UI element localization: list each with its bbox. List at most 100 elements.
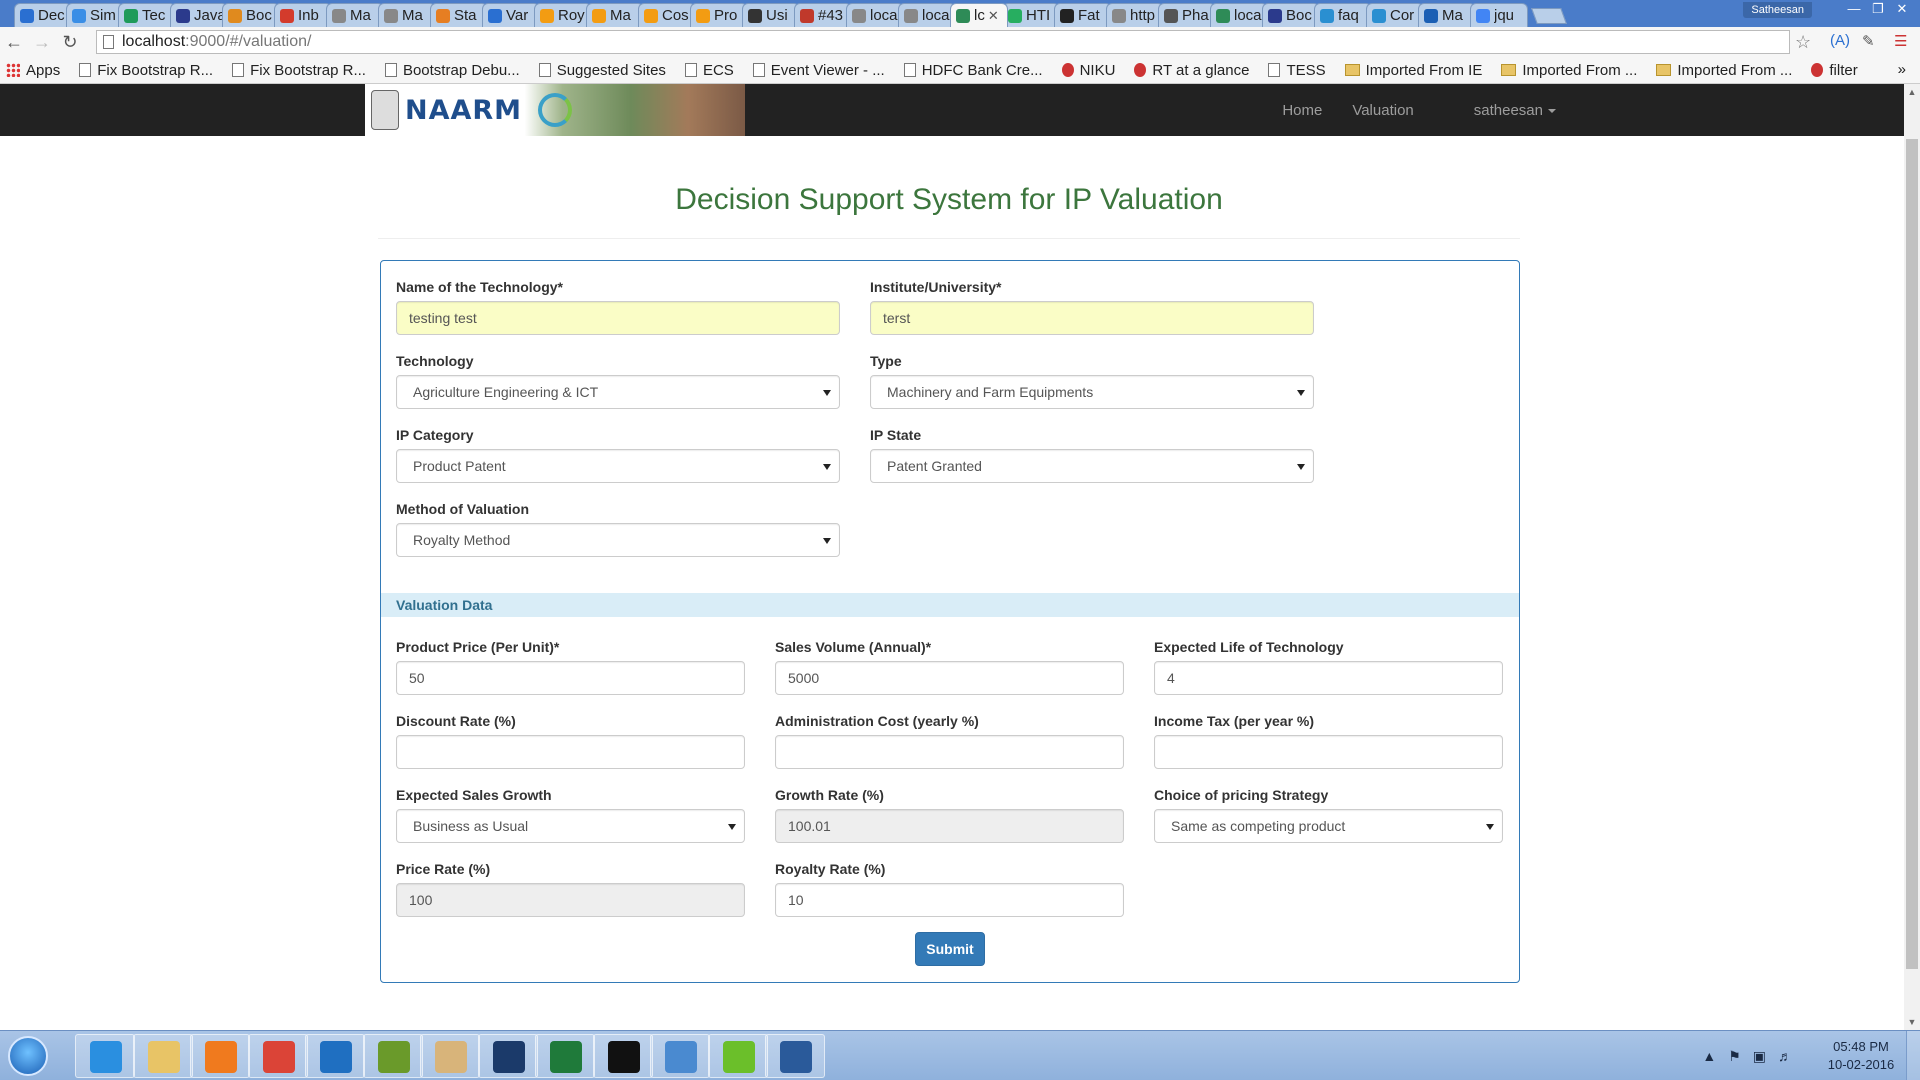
browser-tab[interactable]: Ma [378, 3, 436, 27]
taskbar-item[interactable] [75, 1034, 135, 1078]
taskbar-item[interactable] [535, 1034, 595, 1078]
browser-tab[interactable]: Fat [1054, 3, 1112, 27]
extension-icon[interactable]: ✎ [1862, 32, 1875, 50]
more-bookmarks-icon[interactable]: » [1898, 61, 1906, 78]
bookmark-star-icon[interactable]: ☆ [1795, 32, 1811, 53]
bookmark-item[interactable]: Fix Bootstrap R... [79, 62, 213, 79]
show-hidden-icons-icon[interactable]: ▲ [1702, 1048, 1716, 1065]
forward-icon[interactable]: → [28, 32, 56, 53]
taskbar-item[interactable] [362, 1034, 423, 1078]
bookmark-item[interactable]: Bootstrap Debu... [384, 62, 520, 79]
bookmark-item[interactable]: HDFC Bank Cre... [903, 62, 1043, 79]
taskbar-item[interactable] [477, 1034, 538, 1078]
clock[interactable]: 05:48 PM 10-02-2016 [1816, 1038, 1906, 1074]
bookmark-item[interactable]: Imported From ... [1501, 62, 1637, 79]
reload-icon[interactable]: ↻ [56, 32, 84, 53]
technology-select[interactable]: Agriculture Engineering & ICT [396, 375, 840, 409]
nav-home-link[interactable]: Home [1282, 102, 1322, 119]
naarm-logo[interactable]: NAARM [365, 84, 745, 136]
browser-tab[interactable]: Java [170, 3, 228, 27]
page-scrollbar[interactable]: ▲ ▼ [1904, 84, 1920, 1030]
discount-rate-input[interactable] [396, 735, 745, 769]
nav-valuation-link[interactable]: Valuation [1352, 102, 1413, 119]
browser-tab[interactable]: Roy [534, 3, 592, 27]
browser-tab[interactable]: loca [898, 3, 956, 27]
sales-growth-select[interactable]: Business as Usual [396, 809, 745, 843]
window-user-badge[interactable]: Satheesan [1743, 2, 1812, 18]
scroll-up-icon[interactable]: ▲ [1904, 84, 1920, 100]
address-bar[interactable]: localhost :9000/#/valuation/ [96, 30, 1790, 54]
browser-tab[interactable]: Sim [66, 3, 124, 27]
bookmark-item[interactable]: Imported From IE [1344, 62, 1482, 79]
taskbar-item[interactable] [592, 1034, 653, 1078]
action-center-flag-icon[interactable]: ⚑ [1728, 1048, 1741, 1065]
browser-tab[interactable]: Ma [586, 3, 644, 27]
bookmark-item[interactable]: Imported From ... [1656, 62, 1792, 79]
restore-icon[interactable]: ❐ [1866, 0, 1890, 18]
taskbar-item[interactable] [132, 1034, 193, 1078]
browser-tab[interactable]: loca [846, 3, 904, 27]
browser-tab[interactable]: HTI [1002, 3, 1060, 27]
new-tab-button[interactable] [1531, 8, 1567, 24]
taskbar-item[interactable] [305, 1034, 365, 1078]
browser-tab[interactable]: Ma [326, 3, 384, 27]
technology-name-input[interactable]: testing test [396, 301, 840, 335]
bookmark-item[interactable]: Fix Bootstrap R... [232, 62, 366, 79]
bookmark-item[interactable]: Suggested Sites [538, 62, 666, 79]
start-button[interactable] [8, 1036, 48, 1076]
browser-tab[interactable]: jqu [1470, 3, 1528, 27]
taskbar-item[interactable] [650, 1034, 710, 1078]
taskbar-item[interactable] [420, 1034, 480, 1078]
translate-extension-icon[interactable]: (A) [1830, 32, 1850, 49]
menu-icon[interactable]: ☰ [1894, 32, 1907, 50]
browser-tab[interactable]: Pha [1158, 3, 1216, 27]
user-menu[interactable]: satheesan [1444, 102, 1556, 119]
browser-tab[interactable]: Var [482, 3, 540, 27]
ip-state-select[interactable]: Patent Granted [870, 449, 1314, 483]
bookmark-item[interactable]: RT at a glance [1134, 62, 1249, 79]
browser-tab[interactable]: #43 [794, 3, 852, 27]
bookmark-item[interactable]: TESS [1268, 62, 1326, 79]
tab-close-icon[interactable]: ✕ [988, 8, 999, 24]
browser-tab[interactable]: Dec [14, 3, 72, 27]
browser-tab[interactable]: Ma [1418, 3, 1476, 27]
submit-button[interactable]: Submit [915, 932, 985, 966]
pricing-strategy-select[interactable]: Same as competing product [1154, 809, 1503, 843]
close-icon[interactable]: ✕ [1890, 0, 1914, 18]
browser-tab[interactable]: Tec [118, 3, 176, 27]
scroll-down-icon[interactable]: ▼ [1904, 1014, 1920, 1030]
product-price-input[interactable]: 50 [396, 661, 745, 695]
royalty-rate-input[interactable]: 10 [775, 883, 1124, 917]
income-tax-input[interactable] [1154, 735, 1503, 769]
taskbar-item[interactable] [190, 1034, 250, 1078]
network-icon[interactable]: ▣ [1753, 1048, 1766, 1065]
browser-tab[interactable]: Usi [742, 3, 800, 27]
bookmark-item[interactable]: NIKU [1061, 62, 1115, 79]
volume-icon[interactable]: ♬ [1778, 1048, 1792, 1065]
browser-tab[interactable]: http [1106, 3, 1164, 27]
browser-tab[interactable]: Cos [638, 3, 696, 27]
browser-tab[interactable]: Boc [1262, 3, 1320, 27]
browser-tab[interactable]: lc ✕ [950, 3, 1008, 27]
bookmark-item[interactable]: ECS [684, 62, 734, 79]
browser-tab[interactable]: Pro [690, 3, 748, 27]
browser-tab[interactable]: loca [1210, 3, 1268, 27]
admin-cost-input[interactable] [775, 735, 1124, 769]
taskbar-item[interactable] [765, 1034, 825, 1078]
browser-tab[interactable]: Cor [1366, 3, 1424, 27]
browser-tab[interactable]: faq [1314, 3, 1372, 27]
bookmark-item[interactable]: filter [1811, 62, 1858, 79]
browser-tab[interactable]: Inb [274, 3, 332, 27]
expected-life-input[interactable]: 4 [1154, 661, 1503, 695]
browser-tab[interactable]: Sta [430, 3, 488, 27]
browser-tab[interactable]: Boc [222, 3, 280, 27]
ip-category-select[interactable]: Product Patent [396, 449, 840, 483]
bookmark-item[interactable]: Apps [6, 62, 60, 79]
bookmark-item[interactable]: Event Viewer - ... [752, 62, 885, 79]
sales-volume-input[interactable]: 5000 [775, 661, 1124, 695]
back-icon[interactable]: ← [0, 32, 28, 53]
taskbar-item[interactable] [707, 1034, 768, 1078]
institute-input[interactable]: terst [870, 301, 1314, 335]
type-select[interactable]: Machinery and Farm Equipments [870, 375, 1314, 409]
scrollbar-thumb[interactable] [1906, 139, 1918, 969]
